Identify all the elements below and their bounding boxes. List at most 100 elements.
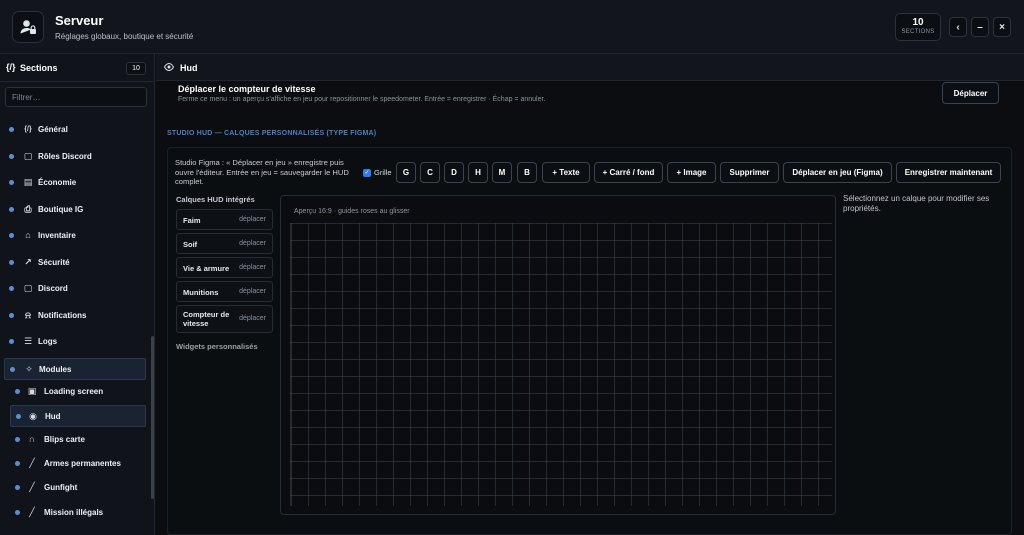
layer-move-link[interactable]: déplacer: [239, 288, 266, 295]
status-dot: [9, 260, 14, 265]
sidebar-item-blips-carte[interactable]: ∩ Blips carte: [10, 429, 146, 451]
image-icon: ▣: [27, 385, 37, 396]
grid-toggle[interactable]: ✓ Grille: [363, 168, 392, 177]
sidebar-item-label: Discord: [38, 284, 68, 293]
sidebar-item-label: Notifications: [38, 311, 87, 320]
sidebar-header: {/} Sections 10: [0, 54, 154, 82]
status-dot: [9, 127, 14, 132]
layer-item[interactable]: Faim déplacer: [176, 209, 273, 230]
sidebar-count: 10: [126, 62, 146, 75]
sidebar-item-armes-permanentes[interactable]: ╱ Armes permanentes: [10, 453, 146, 475]
status-dot: [9, 154, 14, 159]
layer-item[interactable]: Vie & armure déplacer: [176, 257, 273, 278]
sections-count: 10: [912, 17, 924, 28]
status-dot: [9, 180, 14, 185]
sidebar-item-conomie[interactable]: ▤ Économie: [4, 172, 146, 194]
add-image-button[interactable]: + Image: [667, 162, 716, 183]
align-c-button[interactable]: C: [420, 162, 440, 183]
layer-item[interactable]: Munitions déplacer: [176, 281, 273, 302]
close-button[interactable]: ×: [993, 17, 1011, 37]
sidebar-item-label: Gunfight: [44, 483, 78, 492]
align-g-button[interactable]: G: [396, 162, 416, 183]
printer-icon: ⎙: [24, 203, 32, 214]
knife-icon: ╱: [29, 506, 35, 517]
minimize-button[interactable]: –: [971, 17, 989, 37]
layer-move-link[interactable]: déplacer: [239, 216, 266, 223]
hud-preview-canvas[interactable]: Aperçu 16:9 · guides roses au glisser: [280, 195, 836, 515]
sidebar-item-boutique-ig[interactable]: ⎙ Boutique IG: [4, 199, 146, 221]
sidebar: {/} Sections 10 {/} Général ▢ Rôles Discord…: [0, 54, 155, 535]
align-d-button[interactable]: D: [444, 162, 464, 183]
sidebar-item-inventaire[interactable]: ⌂ Inventaire: [4, 225, 146, 247]
main-panel: Hud Déplacer le compteur de vitesse Ferm…: [156, 54, 1024, 535]
move-speedometer-title: Déplacer le compteur de vitesse: [178, 84, 316, 94]
puzzle-icon: ✧: [25, 363, 33, 374]
move-speedometer-button[interactable]: Déplacer: [942, 82, 999, 104]
sidebar-item-r-les-discord[interactable]: ▢ Rôles Discord: [4, 146, 146, 168]
delete-button[interactable]: Supprimer: [720, 162, 779, 183]
sidebar-item-hud[interactable]: ◉ Hud: [10, 405, 146, 427]
layer-move-link[interactable]: déplacer: [239, 264, 266, 271]
status-dot: [15, 510, 20, 515]
sections-count-badge: 10 SECTIONS: [895, 13, 941, 41]
status-dot: [15, 485, 20, 490]
canvas-grid[interactable]: [290, 223, 832, 506]
move-speedometer-card: Déplacer le compteur de vitesse Ferme ce…: [168, 81, 1012, 114]
sidebar-item-label: Général: [38, 125, 68, 134]
canvas-caption: Aperçu 16:9 · guides roses au glisser: [294, 208, 410, 215]
app-icon: [12, 11, 44, 43]
sidebar-item-label: Sécurité: [38, 258, 70, 267]
sidebar-item-modules[interactable]: ✧ Modules: [4, 358, 146, 380]
status-dot: [15, 389, 20, 394]
headset-icon: ∩: [28, 434, 36, 444]
sidebar-item-logs[interactable]: ☰ Logs: [4, 331, 146, 353]
layer-name: Munitions: [183, 288, 219, 297]
close-icon: ×: [999, 21, 1005, 33]
sidebar-item-s-curit[interactable]: ↗ Sécurité: [4, 252, 146, 274]
add-text-button[interactable]: + Texte: [542, 162, 590, 183]
grid-checkbox[interactable]: ✓: [363, 168, 371, 177]
app-title: Serveur: [55, 13, 104, 28]
layer-item[interactable]: Compteur de vitesse déplacer: [176, 305, 273, 333]
chevron-left-icon: ‹: [956, 21, 960, 33]
sidebar-item-label: Hud: [45, 412, 61, 421]
sidebar-item-discord[interactable]: ▢ Discord: [4, 278, 146, 300]
move-in-game-figma-button[interactable]: Déplacer en jeu (Figma): [783, 162, 892, 183]
studio-instructions: Studio Figma : « Déplacer en jeu » enreg…: [175, 158, 349, 187]
layer-item[interactable]: Soif déplacer: [176, 233, 273, 254]
align-m-button[interactable]: M: [492, 162, 512, 183]
add-rect-button[interactable]: + Carré / fond: [594, 162, 663, 183]
layer-name: Faim: [183, 216, 201, 225]
layer-move-link[interactable]: déplacer: [239, 240, 266, 247]
sidebar-item-loading-screen[interactable]: ▣ Loading screen: [10, 381, 146, 403]
back-button[interactable]: ‹: [949, 17, 967, 37]
layer-name: Vie & armure: [183, 264, 230, 273]
status-dot: [10, 367, 15, 372]
status-dot: [9, 313, 14, 318]
sidebar-item-label: Blips carte: [44, 435, 85, 444]
sidebar-title: Sections: [20, 63, 58, 73]
sidebar-scrollbar[interactable]: [151, 336, 154, 499]
sidebar-item-label: Boutique IG: [38, 205, 84, 214]
sidebar-item-notifications[interactable]: ⍾ Notifications: [4, 305, 146, 327]
layer-move-link[interactable]: déplacer: [239, 315, 266, 322]
grid-label: Grille: [374, 168, 392, 177]
status-dot: [9, 339, 14, 344]
eye-icon: [163, 62, 175, 74]
chat-bubble-icon: ▢: [23, 150, 33, 161]
move-speedometer-description: Ferme ce menu : un aperçu s'affiche en j…: [178, 96, 546, 103]
sidebar-item-mission-ill-gals[interactable]: ╱ Mission illégals: [10, 502, 146, 524]
save-now-button[interactable]: Enregistrer maintenant: [896, 162, 1001, 183]
sidebar-item-gunfight[interactable]: ╱ Gunfight: [10, 477, 146, 499]
megaphone-icon: ↗: [24, 256, 32, 267]
sidebar-item-g-n-ral[interactable]: {/} Général: [4, 119, 146, 141]
code-braces-icon: {/}: [24, 125, 32, 133]
layers-title: Calques HUD intégrés: [176, 195, 255, 204]
align-h-button[interactable]: H: [468, 162, 488, 183]
code-braces-icon: {/}: [6, 62, 16, 72]
align-b-button[interactable]: B: [517, 162, 537, 183]
sidebar-item-label: Économie: [38, 178, 77, 187]
app-header: Serveur Réglages globaux, boutique et sé…: [0, 0, 1024, 54]
filter-input[interactable]: [5, 87, 147, 107]
status-dot: [15, 437, 20, 442]
